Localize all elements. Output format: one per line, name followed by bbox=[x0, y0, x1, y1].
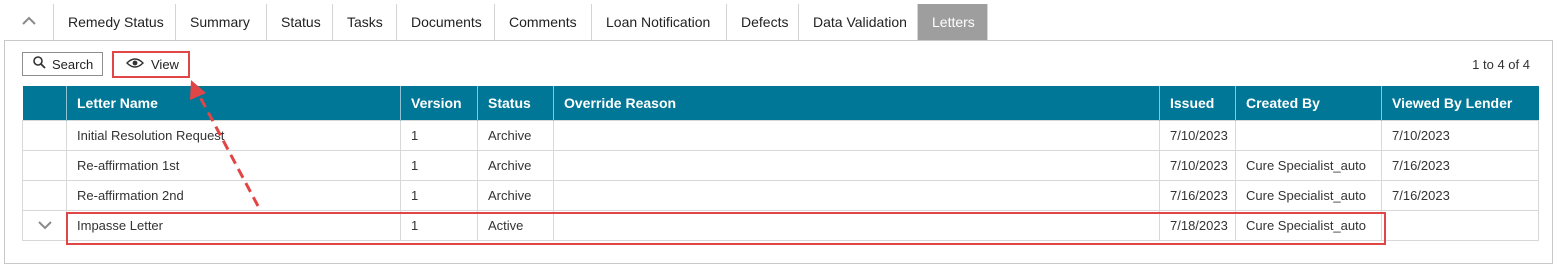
tab-tasks[interactable]: Tasks bbox=[333, 4, 397, 40]
column-header[interactable]: Override Reason bbox=[553, 86, 1160, 120]
chevron-up-icon bbox=[21, 13, 37, 31]
collapse-button[interactable] bbox=[4, 4, 54, 40]
cell-status: Archive bbox=[477, 149, 554, 181]
cell-letter-name: Initial Resolution Request bbox=[66, 119, 401, 151]
cell-viewed-by-lender bbox=[1381, 209, 1539, 241]
cell-letter-name: Impasse Letter bbox=[66, 209, 401, 241]
cell-override-reason bbox=[553, 149, 1160, 181]
tab-letters[interactable]: Letters bbox=[918, 4, 988, 40]
view-button[interactable]: View bbox=[112, 51, 190, 78]
chevron-down-icon[interactable] bbox=[37, 218, 53, 233]
tab-defects[interactable]: Defects bbox=[727, 4, 799, 40]
tab-summary[interactable]: Summary bbox=[176, 4, 267, 40]
search-button-label: Search bbox=[52, 56, 94, 72]
cell-override-reason bbox=[553, 209, 1160, 241]
table-row[interactable]: Impasse Letter 1 Active 7/18/2023 Cure Speci… bbox=[22, 209, 1539, 241]
table-row[interactable]: Re-affirmation 2nd 1 Archive 7/16/2023 Cure … bbox=[22, 179, 1539, 211]
tab-list: Remedy Status Summary Status Tasks Documents… bbox=[54, 4, 988, 40]
tab-documents[interactable]: Documents bbox=[397, 4, 495, 40]
cell-version: 1 bbox=[400, 179, 478, 211]
cell-version: 1 bbox=[400, 149, 478, 181]
cell-issued: 7/18/2023 bbox=[1159, 209, 1236, 241]
cell-status: Archive bbox=[477, 119, 554, 151]
letters-table: Letter Name Version Status Override Reason I… bbox=[22, 86, 1539, 241]
column-header[interactable]: Version bbox=[400, 86, 478, 120]
cell-override-reason bbox=[553, 119, 1160, 151]
eye-icon bbox=[126, 57, 144, 72]
column-header[interactable]: Status bbox=[477, 86, 554, 120]
cell-version: 1 bbox=[400, 119, 478, 151]
table-row[interactable]: Initial Resolution Request 1 Archive 7/10/2… bbox=[22, 119, 1539, 151]
search-button[interactable]: Search bbox=[22, 52, 103, 76]
row-expander bbox=[22, 119, 67, 151]
row-expander bbox=[22, 149, 67, 181]
cell-created-by bbox=[1235, 119, 1382, 151]
cell-viewed-by-lender: 7/16/2023 bbox=[1381, 179, 1539, 211]
tab-comments[interactable]: Comments bbox=[495, 4, 592, 40]
view-button-label: View bbox=[151, 57, 179, 72]
tab-loan-notification[interactable]: Loan Notification bbox=[592, 4, 727, 40]
cell-status: Archive bbox=[477, 179, 554, 211]
search-icon bbox=[33, 56, 46, 72]
cell-viewed-by-lender: 7/16/2023 bbox=[1381, 149, 1539, 181]
cell-letter-name: Re-affirmation 2nd bbox=[66, 179, 401, 211]
pager-text: 1 to 4 of 4 bbox=[1472, 57, 1530, 72]
column-header[interactable]: Letter Name bbox=[66, 86, 401, 120]
table-row[interactable]: Re-affirmation 1st 1 Archive 7/10/2023 Cure … bbox=[22, 149, 1539, 181]
cell-status: Active bbox=[477, 209, 554, 241]
cell-created-by: Cure Specialist_auto bbox=[1235, 179, 1382, 211]
row-expander[interactable] bbox=[22, 209, 67, 241]
column-header[interactable]: Issued bbox=[1159, 86, 1236, 120]
cell-version: 1 bbox=[400, 209, 478, 241]
tab-bar: Remedy Status Summary Status Tasks Documents… bbox=[4, 4, 1553, 41]
column-header[interactable]: Created By bbox=[1235, 86, 1382, 120]
cell-viewed-by-lender: 7/10/2023 bbox=[1381, 119, 1539, 151]
cell-created-by: Cure Specialist_auto bbox=[1235, 209, 1382, 241]
row-expander bbox=[22, 179, 67, 211]
column-header[interactable]: Viewed By Lender bbox=[1381, 86, 1539, 120]
cell-issued: 7/10/2023 bbox=[1159, 119, 1236, 151]
cell-letter-name: Re-affirmation 1st bbox=[66, 149, 401, 181]
cell-created-by: Cure Specialist_auto bbox=[1235, 149, 1382, 181]
tab-status[interactable]: Status bbox=[267, 4, 333, 40]
cell-issued: 7/16/2023 bbox=[1159, 179, 1236, 211]
tab-remedy-status[interactable]: Remedy Status bbox=[54, 4, 176, 40]
tab-data-validation[interactable]: Data Validation bbox=[799, 4, 918, 40]
cell-issued: 7/10/2023 bbox=[1159, 149, 1236, 181]
table-header-row: Letter Name Version Status Override Reason I… bbox=[22, 86, 1539, 120]
cell-override-reason bbox=[553, 179, 1160, 211]
column-header[interactable] bbox=[22, 86, 67, 120]
